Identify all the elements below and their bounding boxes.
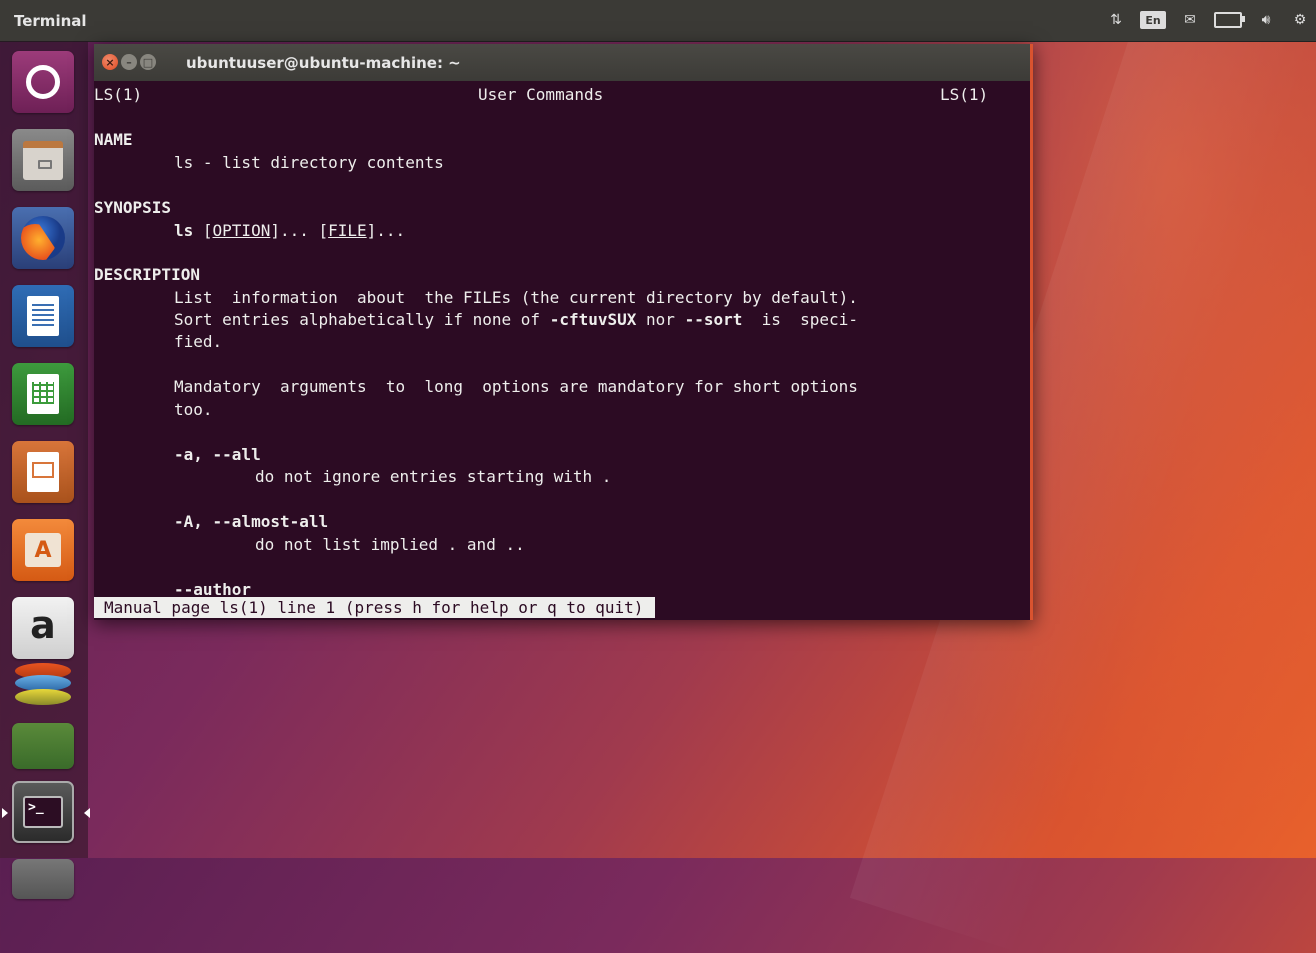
impress-presentation-icon [27, 452, 59, 492]
terminal-icon: >_ [23, 796, 63, 828]
description-text: Sort entries alphabetically if none of [174, 310, 550, 329]
more-apps-launcher-button[interactable] [12, 859, 74, 899]
name-text: ls - list directory contents [174, 153, 444, 172]
active-app-pip-left [2, 808, 8, 818]
writer-document-icon [27, 296, 59, 336]
description-flag: --sort [684, 310, 743, 329]
launcher: A a >_ [0, 41, 90, 899]
keyboard-layout-indicator[interactable]: En [1140, 11, 1166, 29]
pager-status-bar: Manual page ls(1) line 1 (press h for he… [94, 597, 656, 618]
speaker-icon[interactable]: 🔊︎ [1256, 9, 1276, 31]
synopsis-line: ls [OPTION]... [FILE]... [174, 221, 406, 240]
impress-launcher-button[interactable] [12, 441, 74, 503]
software-center-launcher-button[interactable]: A [12, 519, 74, 581]
calc-launcher-button[interactable] [12, 363, 74, 425]
name-heading: NAME [94, 130, 133, 149]
description-flag: -cftuvSUX [549, 310, 637, 329]
gear-icon[interactable]: ⚙ [1290, 9, 1310, 31]
disc-icon [15, 689, 71, 705]
file-cabinet-icon [23, 140, 63, 180]
terminal-content[interactable]: LS(1) User Commands LS(1) NAME ls - list… [94, 81, 1030, 620]
maximize-window-button[interactable]: □ [140, 54, 156, 70]
top-panel: Terminal ⇅ En ✉ 🔊︎ ⚙ [0, 0, 1316, 42]
synopsis-heading: SYNOPSIS [94, 198, 172, 217]
description-line-3: fied. [174, 332, 223, 351]
option-almost-all: -A, --almost-all [174, 512, 329, 531]
minimize-window-button[interactable]: – [121, 54, 137, 70]
description-text: is speci- [742, 310, 858, 329]
misc-app-launcher-button[interactable] [12, 723, 74, 769]
close-window-button[interactable]: × [102, 54, 118, 70]
firefox-launcher-button[interactable] [12, 207, 74, 269]
option-almost-all-description: do not list implied . and .. [255, 535, 525, 554]
option-all-description: do not ignore entries starting with . [255, 467, 612, 486]
battery-icon[interactable] [1214, 12, 1245, 28]
description-line-1: List information about the FILEs (the cu… [174, 288, 858, 307]
synopsis-option: OPTION [212, 221, 271, 240]
amazon-launcher-button[interactable]: a [12, 597, 74, 659]
writer-launcher-button[interactable] [12, 285, 74, 347]
description-text: nor [636, 310, 685, 329]
description-line-2: Sort entries alphabetically if none of -… [174, 310, 858, 330]
synopsis-file: FILE [328, 221, 367, 240]
dash-home-button[interactable] [12, 51, 74, 113]
terminal-window[interactable]: × – □ ubuntuuser@ubuntu-machine: ~ LS(1)… [94, 44, 1033, 620]
files-launcher-button[interactable] [12, 129, 74, 191]
active-app-pip-right [84, 808, 90, 818]
terminal-launcher-button[interactable]: >_ [12, 781, 74, 843]
man-header-right: LS(1) [940, 85, 989, 104]
firefox-icon [21, 216, 65, 260]
mandatory-line-2: too. [174, 400, 213, 419]
ubuntu-logo-icon [26, 65, 60, 99]
window-titlebar[interactable]: × – □ ubuntuuser@ubuntu-machine: ~ [94, 44, 1030, 81]
shopping-bag-icon: A [25, 533, 61, 567]
man-header-center: User Commands [478, 85, 604, 104]
updown-arrows-icon[interactable]: ⇅ [1106, 9, 1126, 31]
amazon-icon: a [30, 603, 56, 647]
active-app-title: Terminal [14, 12, 87, 30]
man-header-left: LS(1) [94, 85, 143, 104]
synopsis-command: ls [174, 221, 194, 240]
window-title: ubuntuuser@ubuntu-machine: ~ [186, 54, 461, 72]
option-all: -a, --all [174, 445, 261, 464]
mandatory-line-1: Mandatory arguments to long options are … [174, 377, 858, 396]
stacked-apps-launcher-button[interactable] [12, 661, 74, 711]
calc-spreadsheet-icon [27, 374, 59, 414]
indicator-area: ⇅ En ✉ 🔊︎ ⚙ [1106, 9, 1310, 31]
description-heading: DESCRIPTION [94, 265, 200, 284]
envelope-icon[interactable]: ✉ [1180, 9, 1200, 31]
